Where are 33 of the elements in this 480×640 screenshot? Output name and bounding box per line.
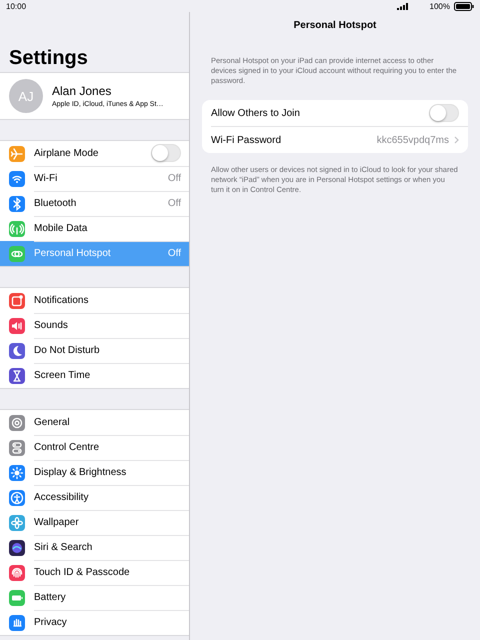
toggle-switch[interactable]	[151, 144, 181, 162]
settings-row[interactable]: Bluetooth Off	[0, 191, 189, 216]
settings-row[interactable]: Allow Others to Join	[211, 100, 468, 127]
settings-row[interactable]: Wi-Fi Off	[0, 166, 189, 191]
page-title: Personal Hotspot	[292, 20, 378, 33]
settings-row[interactable]: Notifications	[0, 288, 189, 313]
settings-row[interactable]: Accessibility	[0, 485, 189, 510]
settings-title: Settings	[9, 46, 89, 71]
settings-row[interactable]: Wi-Fi Password kkc655vpdq7ms	[211, 127, 468, 153]
settings-row[interactable]: Touch ID & Passcode	[0, 560, 189, 585]
settings-row[interactable]: Display & Brightness	[0, 460, 189, 485]
status-time: 10:00	[6, 2, 26, 10]
row-value: Off	[168, 198, 181, 208]
toggle-switch[interactable]	[429, 104, 459, 122]
settings-row[interactable]: Siri & Search	[0, 535, 189, 560]
row-value: Off	[168, 172, 181, 184]
settings-row[interactable]: Screen Time	[0, 363, 189, 388]
settings-row[interactable]: Control Centre	[0, 435, 189, 460]
settings-row[interactable]: Battery	[0, 585, 189, 610]
settings-row[interactable]: Airplane Mode	[0, 141, 189, 166]
settings-row[interactable]: Privacy	[0, 610, 189, 635]
avatar: AJ	[9, 79, 43, 113]
password-value: kkc655vpdq7ms	[376, 134, 449, 146]
settings-row[interactable]: Sounds	[0, 313, 189, 338]
settings-row[interactable]: General	[0, 410, 189, 435]
chevron-icon	[454, 136, 459, 144]
battery-percent: 100%	[430, 2, 450, 10]
settings-row[interactable]: Wallpaper	[0, 510, 189, 535]
battery-icon	[454, 2, 474, 10]
row-value: Off	[168, 248, 181, 259]
signal-icon	[396, 2, 408, 10]
profile-name: Alan Jones	[52, 84, 112, 98]
settings-row[interactable]: Do Not Disturb	[0, 338, 189, 363]
